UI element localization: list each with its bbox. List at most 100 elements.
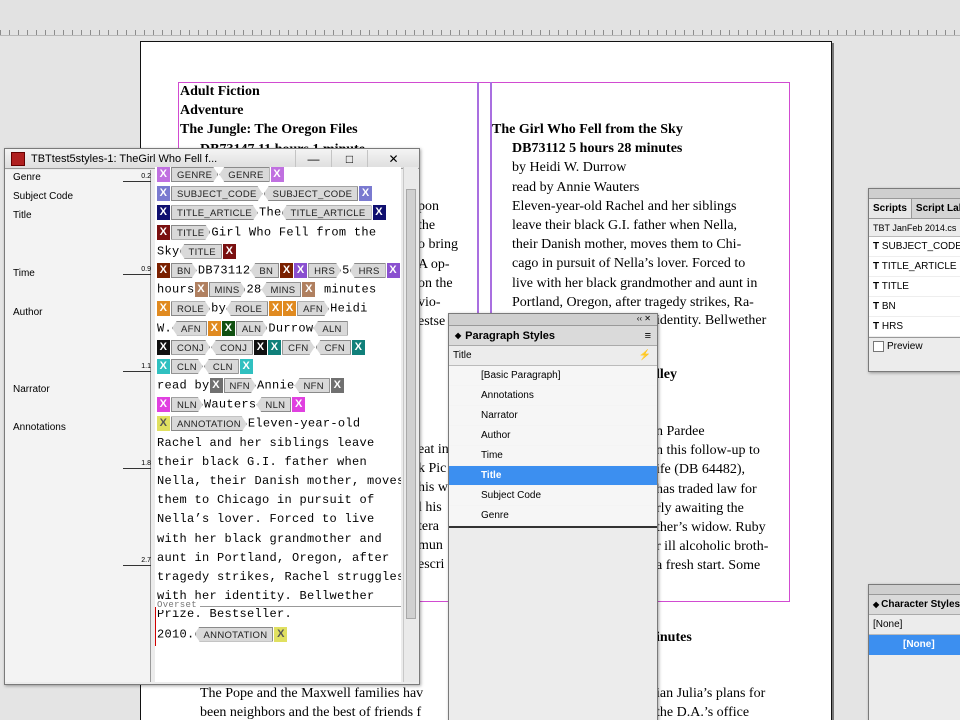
tag-x-icon: X (157, 339, 170, 355)
script-name[interactable]: TITLE_ARTICLE (882, 261, 957, 272)
style-item-selected[interactable]: Title (449, 466, 657, 486)
doc-book-title: The Girl Who Fell from the Sky (492, 122, 683, 137)
tag-x-icon: X (269, 301, 283, 317)
doc-book-narrator: read by Annie Wauters (512, 179, 640, 195)
tag-genre-open[interactable]: GENRE (171, 167, 218, 182)
fragment: mun (418, 537, 443, 553)
fragment: A op- (418, 256, 450, 272)
story-editor-window[interactable]: TBTtest5styles-1: TheGirl Who Fell f... … (4, 148, 420, 685)
text-frame-column-2[interactable]: The Girl Who Fell from the Sky DB73112 5… (492, 120, 757, 312)
horizontal-ruler[interactable] (0, 0, 960, 36)
style-label: Time (13, 268, 35, 279)
style-item[interactable]: Genre (449, 506, 657, 526)
tag-afn-close[interactable]: AFN (172, 320, 207, 336)
tag-nfn-open[interactable]: NFN (224, 378, 256, 393)
character-styles-tab[interactable]: ◆ Character Styles (869, 595, 960, 615)
tag-cfn-close[interactable]: CFN (315, 339, 351, 355)
style-label: Author (13, 307, 43, 318)
tag-subject-open[interactable]: SUBJECT_CODE (171, 186, 263, 201)
annotation-line: Nella’s lover. Forced to live (157, 512, 375, 527)
lightning-icon[interactable]: ⚡ (639, 346, 651, 365)
tab-script-label[interactable]: Script Lab (912, 199, 960, 218)
doc-next-title: lley (656, 367, 677, 382)
tag-mins-open[interactable]: MINS (209, 282, 246, 297)
depth-marker: 0.2 (123, 173, 151, 182)
char-style-item-selected[interactable]: [None] (869, 635, 960, 655)
tag-aln-open[interactable]: ALN (236, 321, 267, 336)
current-style-name: Title (453, 350, 472, 361)
script-name[interactable]: TITLE (882, 281, 909, 292)
tag-cfn-open[interactable]: CFN (282, 340, 314, 355)
tag-title-open[interactable]: TITLE (171, 225, 210, 240)
script-name[interactable]: SUBJECT_CODE (882, 241, 960, 252)
tag-genre-close[interactable]: GENRE (219, 167, 270, 182)
script-name[interactable]: BN (882, 301, 896, 312)
tag-role-open[interactable]: ROLE (171, 301, 210, 316)
depth-marker: 1.8 (123, 460, 151, 469)
scripts-panel[interactable]: Scripts Script Lab TBT JanFeb 2014.cs T … (868, 188, 960, 372)
style-item[interactable]: Time (449, 446, 657, 466)
tag-title-article-close[interactable]: TITLE_ARTICLE (281, 205, 372, 221)
preview-checkbox[interactable] (873, 341, 884, 352)
style-item[interactable]: Annotations (449, 386, 657, 406)
scripts-list[interactable]: T SUBJECT_CODE T TITLE_ARTICLE T TITLE T… (869, 237, 960, 337)
minimize-button[interactable]: — (295, 149, 331, 168)
story-editor-text[interactable]: X GENRE GENRE X X SUBJECT_CODE SUBJECT_CODE X … (155, 167, 401, 682)
tag-nln-close[interactable]: NLN (256, 397, 292, 413)
overset-label: Overset (157, 600, 200, 611)
scripts-tabs[interactable]: Scripts Script Lab (869, 199, 960, 219)
panel-menu-icon[interactable]: ≡ (645, 326, 651, 346)
tag-x-icon: X (157, 262, 170, 278)
script-name[interactable]: HRS (882, 321, 903, 332)
tag-annotation-open[interactable]: ANNOTATION (171, 416, 247, 431)
tag-x-icon: X (239, 358, 253, 374)
fragment: The Pope and the Maxwell families hav (200, 686, 424, 701)
paragraph-styles-panel[interactable]: ‹‹ ✕ ◆ Paragraph Styles ≡ Title ⚡ [Basic Pa… (448, 313, 658, 720)
tag-x-icon: X (194, 282, 208, 298)
close-button[interactable]: ✕ (367, 149, 419, 168)
panel-collapse-bar[interactable]: ‹‹ ✕ (449, 314, 657, 326)
tag-mins-close[interactable]: MINS (261, 282, 302, 298)
tag-title-article-open[interactable]: TITLE_ARTICLE (171, 205, 258, 220)
story-editor-titlebar[interactable]: TBTtest5styles-1: TheGirl Who Fell f... … (5, 149, 419, 169)
maximize-button[interactable]: □ (331, 149, 367, 168)
tab-scripts[interactable]: Scripts (869, 199, 912, 218)
tag-bn-open[interactable]: BN (171, 263, 197, 278)
panel-collapse-bar[interactable] (869, 189, 960, 199)
tag-cln-open[interactable]: CLN (171, 359, 203, 374)
tag-hrs-close[interactable]: HRS (349, 262, 386, 278)
fragment: been neighbors and the best of friends f (200, 705, 422, 720)
panel-collapse-bar[interactable] (869, 585, 960, 595)
text-heidi: Heidi (330, 301, 368, 316)
style-item[interactable]: Author (449, 426, 657, 446)
style-item[interactable]: Narrator (449, 406, 657, 426)
tag-title-close[interactable]: TITLE (179, 243, 222, 259)
scrollbar-thumb[interactable] (406, 189, 416, 619)
tag-afn-open[interactable]: AFN (297, 301, 329, 316)
tag-conj-close[interactable]: CONJ (211, 339, 254, 355)
paragraph-style-list[interactable]: [Basic Paragraph] Annotations Narrator A… (449, 366, 657, 528)
tag-hrs-open[interactable]: HRS (308, 263, 341, 278)
tag-nln-open[interactable]: NLN (171, 397, 203, 412)
text-hrs: 5 (342, 263, 350, 278)
tag-x-icon: X (254, 339, 268, 355)
script-item: T SUBJECT_CODE (869, 237, 960, 257)
tag-annotation-close[interactable]: ANNOTATION (194, 626, 274, 642)
style-item[interactable]: [Basic Paragraph] (449, 366, 657, 386)
tag-role-close[interactable]: ROLE (226, 301, 269, 317)
depth-marker: 0.9 (123, 266, 151, 275)
tag-x-icon: X (157, 397, 170, 413)
tag-subject-close[interactable]: SUBJECT_CODE (263, 186, 359, 202)
tag-nfn-close[interactable]: NFN (294, 378, 330, 394)
paragraph-styles-tab[interactable]: ◆ Paragraph Styles ≡ (449, 326, 657, 346)
style-item[interactable]: Subject Code (449, 486, 657, 506)
tag-conj-open[interactable]: CONJ (171, 340, 210, 355)
tag-bn-close[interactable]: BN (250, 262, 280, 278)
story-editor-scrollbar[interactable] (403, 167, 418, 682)
style-label: Title (13, 210, 32, 221)
text-tool-icon: T (873, 281, 880, 292)
tag-aln-close[interactable]: ALN (313, 320, 348, 336)
column-1-lower-fragments: eat in k Pic his w l his tera mun escri (418, 440, 449, 574)
tag-cln-close[interactable]: CLN (203, 358, 239, 374)
character-styles-panel[interactable]: ◆ Character Styles [None] [None] (868, 584, 960, 720)
